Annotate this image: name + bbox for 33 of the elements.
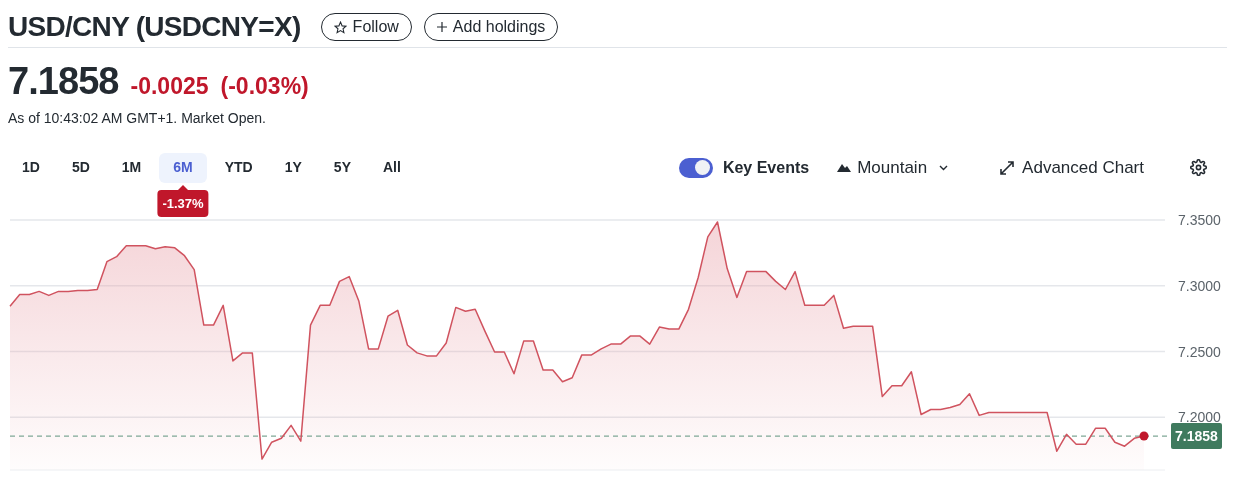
- price: 7.1858: [8, 62, 119, 100]
- y-axis-label: 7.2500: [1178, 343, 1221, 360]
- price-change: -0.0025: [130, 72, 209, 101]
- key-events-toggle[interactable]: Key Events: [678, 155, 810, 180]
- range-tab[interactable]: 1D: [8, 152, 54, 183]
- range-tab[interactable]: 5D: [57, 152, 104, 183]
- plus-icon: [436, 22, 447, 32]
- mountain-icon: [837, 163, 852, 172]
- y-axis-label: 7.3500: [1178, 212, 1221, 228]
- y-axis-label: 7.2000: [1178, 409, 1221, 426]
- range-tab[interactable]: 1M: [107, 152, 156, 183]
- settings-button[interactable]: [1190, 159, 1207, 176]
- toggle-switch[interactable]: [678, 157, 713, 178]
- advanced-chart-button[interactable]: Advanced Chart: [1000, 154, 1144, 181]
- follow-button[interactable]: Follow: [320, 13, 412, 41]
- chevron-down-icon: [939, 164, 949, 171]
- chart-type-dropdown[interactable]: Mountain: [837, 154, 949, 181]
- star-icon: [333, 20, 347, 34]
- range-change-badge: -1.37%: [157, 189, 209, 217]
- range-tab[interactable]: 6M: [159, 152, 207, 183]
- price-change-percent: (-0.03%): [220, 72, 309, 101]
- range-tab[interactable]: 1Y: [270, 152, 316, 183]
- y-axis-label: 7.3000: [1178, 277, 1221, 294]
- range-tab[interactable]: YTD: [210, 152, 267, 183]
- add-holdings-button[interactable]: Add holdings: [423, 13, 559, 41]
- last-price-tag: 7.1858: [1171, 423, 1222, 450]
- range-tab[interactable]: 5Y: [319, 152, 365, 183]
- last-price-dot: [1139, 431, 1149, 441]
- expand-icon: [1000, 160, 1015, 175]
- page-title: USD/CNY (USDCNY=X): [8, 13, 301, 41]
- settings-icon: [1190, 159, 1207, 176]
- range-tab[interactable]: All: [368, 152, 415, 183]
- timestamp: As of 10:43:02 AM GMT+1. Market Open.: [7, 108, 267, 128]
